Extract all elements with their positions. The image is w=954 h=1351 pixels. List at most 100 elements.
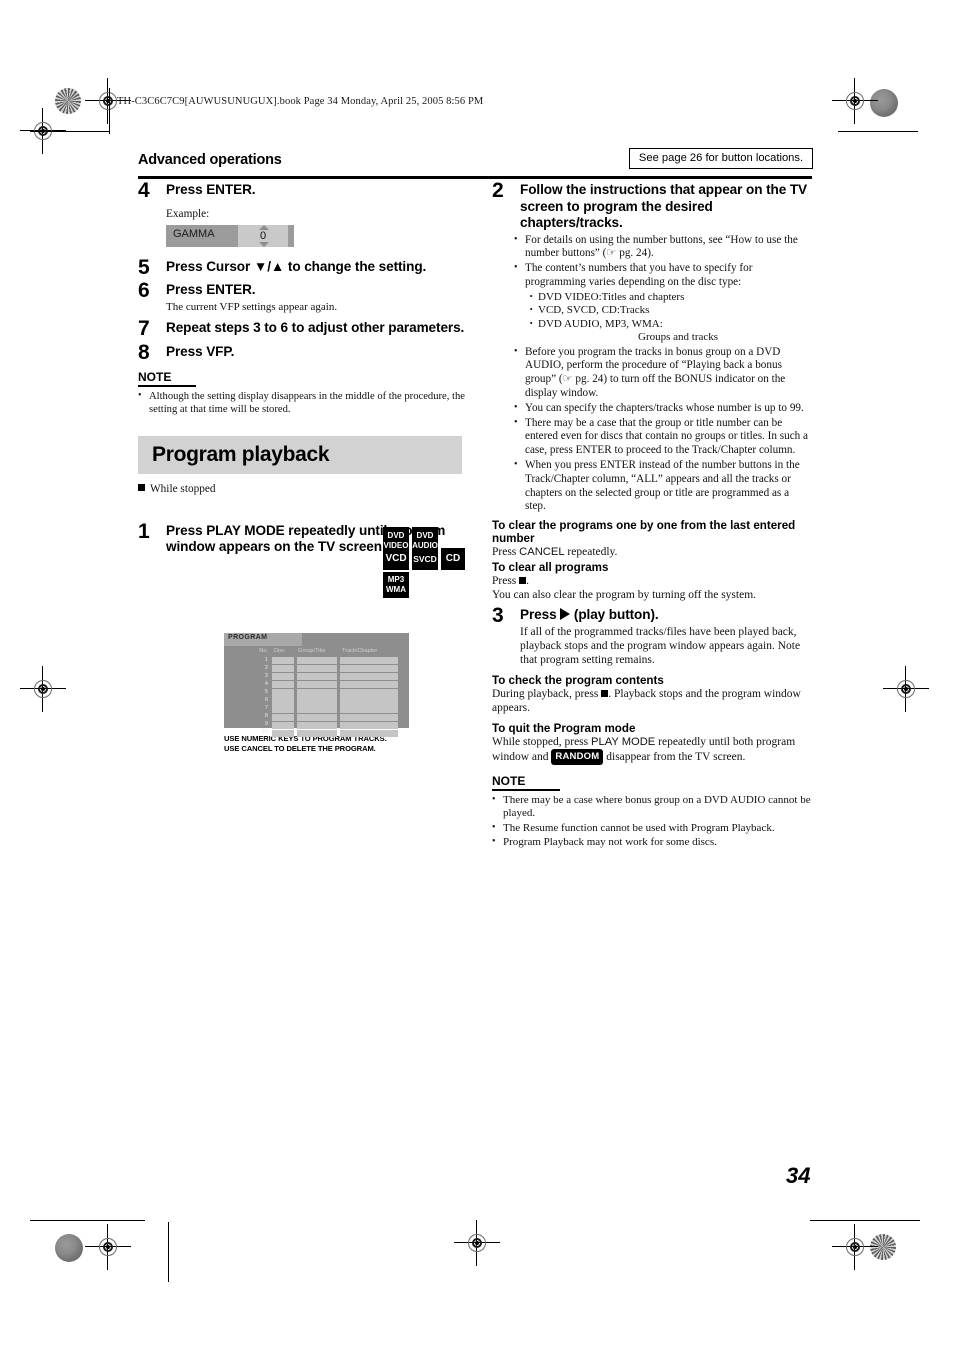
table-row: 5 xyxy=(246,689,406,697)
random-badge: RANDOM xyxy=(551,748,604,766)
clear-one-post: repeatedly. xyxy=(564,546,618,559)
registration-mark-bottom-left xyxy=(85,1224,131,1270)
clear-one-by-one-body: Press CANCEL repeatedly. xyxy=(492,545,812,559)
cell-group xyxy=(297,713,337,721)
cell-track xyxy=(340,697,398,705)
program-window-tab: PROGRAM xyxy=(224,633,302,646)
row-number: 6 xyxy=(264,696,268,703)
registration-mark-top-right xyxy=(832,78,878,124)
cell-track xyxy=(340,681,398,689)
note-item: Program Playback may not work for some d… xyxy=(492,835,812,850)
page-canvas: TH-C3C6C7C9[AUWUSUNUGUX].book Page 34 Mo… xyxy=(0,0,954,1351)
program-window-mock: PROGRAM No. Disc Group/Title Track/Chapt… xyxy=(224,633,409,737)
disc-type-icon-group: DVD VIDEO DVD AUDIO VCD SVCD CD MP3 WMA xyxy=(381,527,469,605)
col-header-track: Track/Chapter xyxy=(342,648,378,654)
row-number: 10 xyxy=(261,729,268,736)
check-contents-pre: During playback, press xyxy=(492,687,602,700)
step-5-number: 5 xyxy=(138,255,150,279)
step-5-title: Press Cursor ▼/▲ to change the setting. xyxy=(166,258,427,274)
program-table: No. Disc Group/Title Track/Chapter 1 2 3… xyxy=(246,648,406,738)
chevron-up-icon xyxy=(259,224,269,230)
note-item: The Resume function cannot be used with … xyxy=(492,821,812,836)
cell-track xyxy=(340,665,398,673)
page-number: 34 xyxy=(786,1163,811,1188)
crop-line-bottom-right xyxy=(810,1220,920,1221)
table-row: 3 xyxy=(246,672,406,681)
table-row: 1 xyxy=(246,657,406,665)
cell-track xyxy=(340,721,398,729)
cell-disc xyxy=(272,721,294,729)
gamma-setting-box: GAMMA 0 xyxy=(166,224,294,247)
step-3-number: 3 xyxy=(492,604,504,628)
bullet-item: When you press ENTER instead of the numb… xyxy=(514,458,812,514)
cell-track xyxy=(340,705,398,713)
chevron-down-icon xyxy=(259,241,269,247)
page-title: Advanced operations xyxy=(138,152,282,168)
step-6-number: 6 xyxy=(138,279,150,302)
bullet-item: Before you program the tracks in bonus g… xyxy=(514,345,812,401)
note-list-right: There may be a case where bonus group on… xyxy=(492,793,812,850)
disc-type-sub-list: DVD VIDEO:Titles and chapters VCD, SVCD,… xyxy=(514,289,812,345)
disc-type-value: Titles and chapters xyxy=(601,290,685,303)
cell-group xyxy=(297,721,337,729)
disc-type-item: DVD AUDIO, MP3, WMA: Groups and tracks xyxy=(528,316,812,345)
step-2-title: Follow the instructions that appear on t… xyxy=(520,182,808,230)
mp3-icon-line1: MP3 xyxy=(387,575,405,584)
step-8: 8 Press VFP. xyxy=(138,342,478,363)
cell-disc xyxy=(272,697,294,705)
cell-track xyxy=(340,729,398,737)
print-color-blob-top-right xyxy=(870,89,898,117)
while-stopped-note: While stopped xyxy=(138,483,478,495)
crop-line-bottom-left-v xyxy=(168,1222,169,1282)
bullet-item: You can specify the chapters/tracks whos… xyxy=(514,401,812,416)
crop-line-top-left-v xyxy=(109,88,110,134)
disc-type-item: DVD VIDEO:Titles and chapters xyxy=(528,289,812,305)
cell-track xyxy=(340,713,398,721)
row-number: 3 xyxy=(264,672,268,679)
note-list-left: Although the setting display disappears … xyxy=(138,389,478,416)
quit-mode-heading: To quit the Program mode xyxy=(492,721,636,735)
step-6: 6 Press ENTER. The current VFP settings … xyxy=(138,279,478,314)
vcd-icon: VCD xyxy=(383,548,409,570)
step-7-title: Repeat steps 3 to 6 to adjust other para… xyxy=(166,320,465,335)
step-2-number: 2 xyxy=(492,179,504,202)
cell-group xyxy=(297,665,337,673)
bullet-item: The content’s numbers that you have to s… xyxy=(514,261,812,290)
table-row: 9 xyxy=(246,721,406,729)
print-color-blob-bottom-right xyxy=(870,1234,896,1260)
cell-group xyxy=(297,657,337,665)
step-1-number: 1 xyxy=(138,519,150,543)
mp3-wma-icon: MP3 WMA xyxy=(383,572,409,598)
play-triangle-icon xyxy=(560,608,571,621)
bullet-item: There may be a case that the group or ti… xyxy=(514,416,812,458)
step-6-title: Press ENTER. xyxy=(166,282,256,297)
cell-disc xyxy=(272,665,294,673)
step-5: 5 Press Cursor ▼/▲ to change the setting… xyxy=(138,255,478,279)
quit-mode-pre: While stopped, press xyxy=(492,735,592,748)
section-heading-program-playback: Program playback xyxy=(138,435,462,474)
crop-line-bottom-left xyxy=(30,1220,145,1221)
cell-track xyxy=(340,689,398,697)
table-row: 8 xyxy=(246,713,406,721)
note-heading-right: NOTE xyxy=(492,774,526,789)
disc-type-key: DVD AUDIO, MP3, WMA: xyxy=(538,317,663,330)
step-2-bullet-list-continued: Before you program the tracks in bonus g… xyxy=(514,345,812,515)
disc-type-item: VCD, SVCD, CD:Tracks xyxy=(528,302,812,318)
cell-group xyxy=(297,697,337,705)
see-page-note: See page 26 for button locations. xyxy=(629,148,813,169)
cd-icon: CD xyxy=(441,548,465,570)
cell-group xyxy=(297,705,337,713)
step-8-title: Press VFP. xyxy=(166,343,235,359)
dvd-video-icon-line1: DVD xyxy=(387,531,405,540)
quit-mode-post: disappear from the TV screen. xyxy=(603,750,746,763)
clear-all-extra: You can also clear the program by turnin… xyxy=(492,589,757,602)
table-row: 2 xyxy=(246,665,406,673)
cancel-key-label: CANCEL xyxy=(519,546,565,559)
cell-group xyxy=(297,689,337,697)
gamma-value-field: 0 xyxy=(238,224,288,247)
cell-disc xyxy=(272,705,294,713)
row-number: 9 xyxy=(264,721,268,728)
left-column: 4 Press ENTER. Example: GAMMA 0 5 Press … xyxy=(138,180,478,558)
print-color-blob-top-left xyxy=(55,88,81,114)
step-3: 3 Press (play button). If all of the pro… xyxy=(492,604,812,667)
